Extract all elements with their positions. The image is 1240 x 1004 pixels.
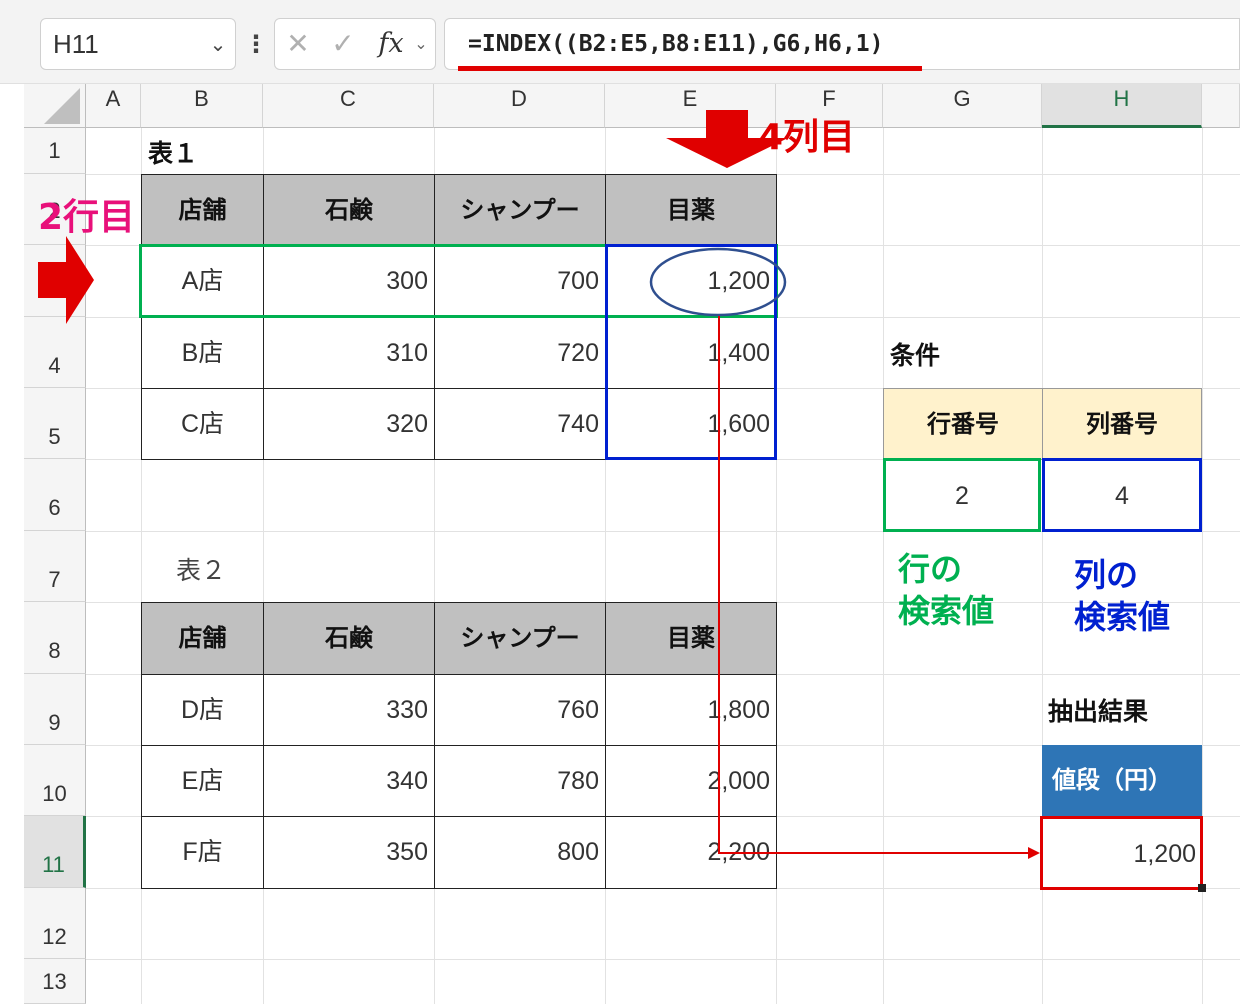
right-arrow-icon	[38, 236, 94, 324]
annotation-overlay	[38, 110, 1040, 859]
down-arrow-head	[666, 138, 788, 168]
down-arrow-shaft	[706, 110, 748, 140]
connector-arrowhead	[1028, 847, 1040, 859]
highlight-ellipse	[649, 247, 787, 317]
connector-line	[718, 316, 1032, 854]
